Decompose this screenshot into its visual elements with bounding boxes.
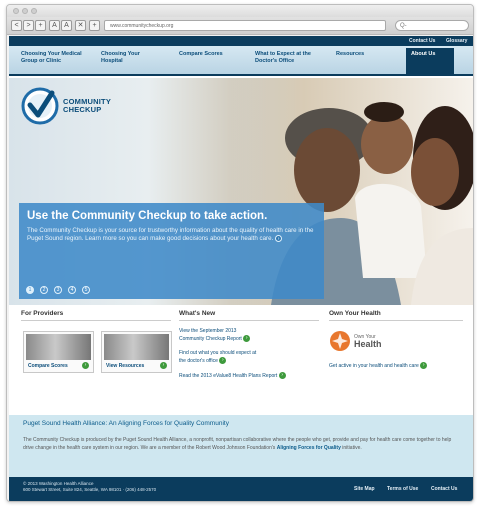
nav-item-medical-group[interactable]: Choosing Your Medical Group or Clinic <box>21 51 93 65</box>
compare-scores-card[interactable]: Compare Scores › <box>23 331 94 373</box>
own-health-link[interactable]: Get active in your health and health car… <box>329 362 463 370</box>
nav-item-compare-scores[interactable]: Compare Scores <box>179 51 239 58</box>
own-your-health-burst-icon <box>330 331 350 351</box>
own-health-arrow-icon[interactable]: › <box>420 362 428 369</box>
hero-body-text: The Community Checkup is your source for… <box>27 227 314 243</box>
own-health-link-text: Get active in your health and health car… <box>329 362 419 369</box>
add-bookmark-button[interactable]: + <box>35 20 46 31</box>
contact-us-link[interactable]: Contact Us <box>409 38 435 44</box>
carousel-dot-1[interactable]: 1 <box>26 286 34 294</box>
doctors-photo <box>26 334 91 360</box>
news-item-2-text: Find out what you should expect at the d… <box>179 350 257 364</box>
news-item-1-text: View the September 2013 Community Checku… <box>179 328 242 342</box>
view-resources-label: View Resources <box>106 363 145 369</box>
glossary-link[interactable]: Glossary <box>446 38 467 44</box>
news-item-1[interactable]: View the September 2013 Community Checku… <box>179 328 259 343</box>
text-larger-button[interactable]: A <box>61 20 72 31</box>
whats-new-column: What's New View the September 2013 Commu… <box>179 310 319 379</box>
main-nav: Choosing Your Medical Group or Clinic Ch… <box>9 46 473 76</box>
providers-column: For Providers Compare Scores › View Reso… <box>21 310 172 373</box>
view-resources-card[interactable]: View Resources › <box>101 331 172 373</box>
forward-button[interactable]: > <box>23 20 34 31</box>
aligning-forces-link[interactable]: Aligning Forces for Quality <box>277 445 341 451</box>
footer: © 2013 Washington Health Alliance 600 St… <box>9 477 473 501</box>
new-tab-button[interactable]: + <box>89 20 100 31</box>
alliance-banner: Puget Sound Health Alliance: An Aligning… <box>9 415 473 477</box>
community-checkup-logo[interactable]: COMMUNITY CHECKUP <box>21 87 111 125</box>
alliance-body: The Community Checkup is produced by the… <box>23 437 459 452</box>
browser-window: < > + A A ✕ + www.communitycheckup.org Q… <box>6 4 474 502</box>
compare-scores-label: Compare Scores <box>28 363 68 369</box>
whats-new-title: What's New <box>179 310 319 321</box>
back-button[interactable]: < <box>11 20 22 31</box>
compare-scores-arrow-icon[interactable]: › <box>82 362 89 369</box>
footer-sitemap-link[interactable]: Site Map <box>354 486 375 492</box>
view-resources-arrow-icon[interactable]: › <box>160 362 167 369</box>
alliance-body-suffix: initiative. <box>340 444 362 451</box>
logo-line-2: CHECKUP <box>63 105 102 114</box>
hero-message-panel: Use the Community Checkup to take action… <box>19 203 324 299</box>
address-bar[interactable]: www.communitycheckup.org <box>104 20 386 31</box>
nav-item-doctors-office[interactable]: What to Expect at the Doctor's Office <box>255 51 325 65</box>
footer-contact-link[interactable]: Contact Us <box>431 486 457 492</box>
footer-terms-link[interactable]: Terms of Use <box>387 486 418 492</box>
carousel-dot-2[interactable]: 2 <box>40 286 48 294</box>
hero-headline: Use the Community Checkup to take action… <box>27 210 268 222</box>
nav-item-hospital[interactable]: Choosing Your Hospital <box>101 51 149 65</box>
carousel-dot-4[interactable]: 4 <box>68 286 76 294</box>
content-columns: For Providers Compare Scores › View Reso… <box>9 310 473 408</box>
carousel-dots: 1 2 3 4 5 <box>26 286 90 294</box>
news-item-2[interactable]: Find out what you should expect at the d… <box>179 350 259 365</box>
news-item-1-arrow-icon[interactable]: › <box>243 335 251 342</box>
title-bar <box>7 5 473 17</box>
utility-nav: Contact Us Glossary <box>9 36 473 46</box>
alliance-body-text: The Community Checkup is produced by the… <box>23 437 452 451</box>
minimize-window-icon[interactable] <box>22 8 28 14</box>
checkmark-logo-icon <box>21 87 59 125</box>
page-viewport: Contact Us Glossary Choosing Your Medica… <box>9 36 473 501</box>
clinicians-photo <box>104 334 169 360</box>
browser-search-field[interactable]: Q- <box>395 20 469 31</box>
providers-title: For Providers <box>21 310 171 321</box>
stop-button[interactable]: ✕ <box>75 20 86 31</box>
own-health-logo-big: Health <box>354 339 382 349</box>
hero-more-arrow-icon[interactable]: › <box>275 235 283 243</box>
own-health-column: Own Your Health Own Your Health Get acti… <box>329 310 463 369</box>
nav-item-about-us[interactable]: About Us <box>406 48 454 74</box>
carousel-dot-3[interactable]: 3 <box>54 286 62 294</box>
zoom-window-icon[interactable] <box>31 8 37 14</box>
news-item-2-arrow-icon[interactable]: › <box>219 357 227 364</box>
browser-toolbar: < > + A A ✕ + www.communitycheckup.org Q… <box>7 17 473 35</box>
hero-banner: COMMUNITY CHECKUP Use the Community Chec… <box>9 78 473 305</box>
news-item-3-text: Read the 2013 eValue8 Health Plans Repor… <box>179 372 278 379</box>
close-window-icon[interactable] <box>13 8 19 14</box>
news-item-3-arrow-icon[interactable]: › <box>278 372 286 379</box>
nav-item-resources[interactable]: Resources <box>336 51 376 58</box>
own-health-title: Own Your Health <box>329 310 463 321</box>
news-item-3[interactable]: Read the 2013 eValue8 Health Plans Repor… <box>179 372 314 380</box>
carousel-dot-5[interactable]: 5 <box>82 286 90 294</box>
alliance-title: Puget Sound Health Alliance: An Aligning… <box>23 420 229 427</box>
own-your-health-logo[interactable]: Own Your Health <box>329 330 382 352</box>
text-smaller-button[interactable]: A <box>49 20 60 31</box>
